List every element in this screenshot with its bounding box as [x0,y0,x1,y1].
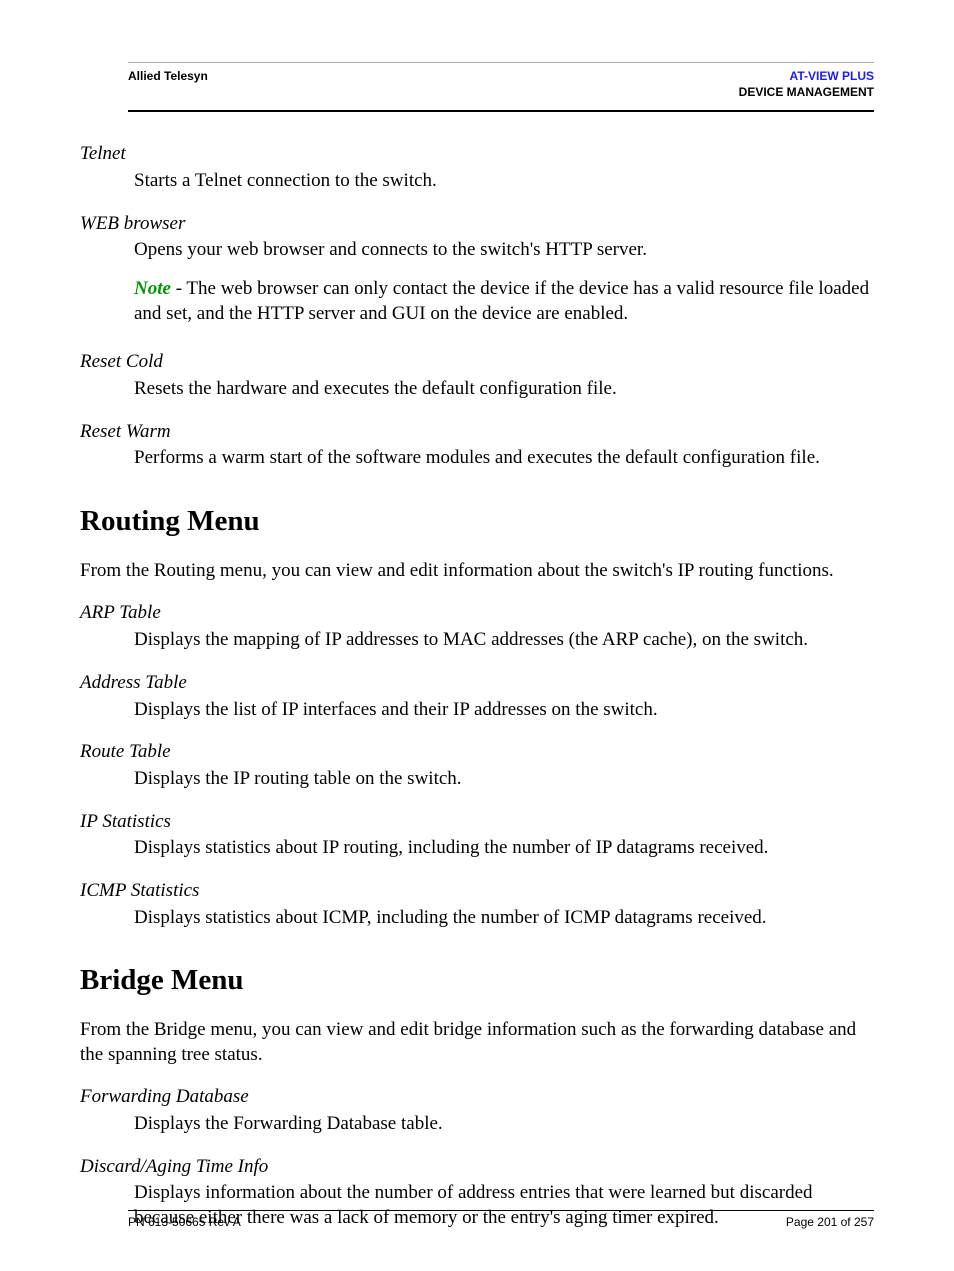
term-icmp-statistics: ICMP Statistics [80,879,874,904]
page-footer: PN 613-50665 Rev A Page 201 of 257 [128,1210,874,1229]
desc-address-table: Displays the list of IP interfaces and t… [134,698,874,723]
note-text: - The web browser can only contact the d… [134,278,869,324]
header-right: AT-VIEW PLUS DEVICE MANAGEMENT [739,69,874,100]
desc-web-browser: Opens your web browser and connects to t… [134,238,874,263]
heading-routing-menu: Routing Menu [80,503,874,541]
document-page: Allied Telesyn AT-VIEW PLUS DEVICE MANAG… [0,0,954,1271]
header-left: Allied Telesyn [128,69,208,83]
desc-reset-warm: Performs a warm start of the software mo… [134,446,874,471]
desc-arp-table: Displays the mapping of IP addresses to … [134,628,874,653]
footer-part-number: PN 613-50665 Rev A [128,1215,241,1229]
desc-ip-statistics: Displays statistics about IP routing, in… [134,836,874,861]
intro-bridge: From the Bridge menu, you can view and e… [80,1018,874,1067]
term-reset-warm: Reset Warm [80,420,874,445]
term-arp-table: ARP Table [80,601,874,626]
note-label: Note [134,278,171,299]
intro-routing: From the Routing menu, you can view and … [80,559,874,584]
section-name: DEVICE MANAGEMENT [739,85,874,101]
term-telnet: Telnet [80,142,874,167]
term-discard-aging: Discard/Aging Time Info [80,1155,874,1180]
page-content: Telnet Starts a Telnet connection to the… [80,142,874,1231]
heading-bridge-menu: Bridge Menu [80,962,874,1000]
product-name: AT-VIEW PLUS [739,69,874,85]
term-route-table: Route Table [80,740,874,765]
desc-route-table: Displays the IP routing table on the swi… [134,767,874,792]
term-ip-statistics: IP Statistics [80,810,874,835]
term-address-table: Address Table [80,671,874,696]
term-reset-cold: Reset Cold [80,350,874,375]
desc-reset-cold: Resets the hardware and executes the def… [134,377,874,402]
desc-telnet: Starts a Telnet connection to the switch… [134,169,874,194]
desc-forwarding-database: Displays the Forwarding Database table. [134,1112,874,1137]
term-web-browser: WEB browser [80,212,874,237]
desc-icmp-statistics: Displays statistics about ICMP, includin… [134,906,874,931]
note-web-browser: Note - The web browser can only contact … [134,277,874,326]
term-forwarding-database: Forwarding Database [80,1085,874,1110]
footer-page-number: Page 201 of 257 [786,1215,874,1229]
page-header: Allied Telesyn AT-VIEW PLUS DEVICE MANAG… [128,62,874,112]
